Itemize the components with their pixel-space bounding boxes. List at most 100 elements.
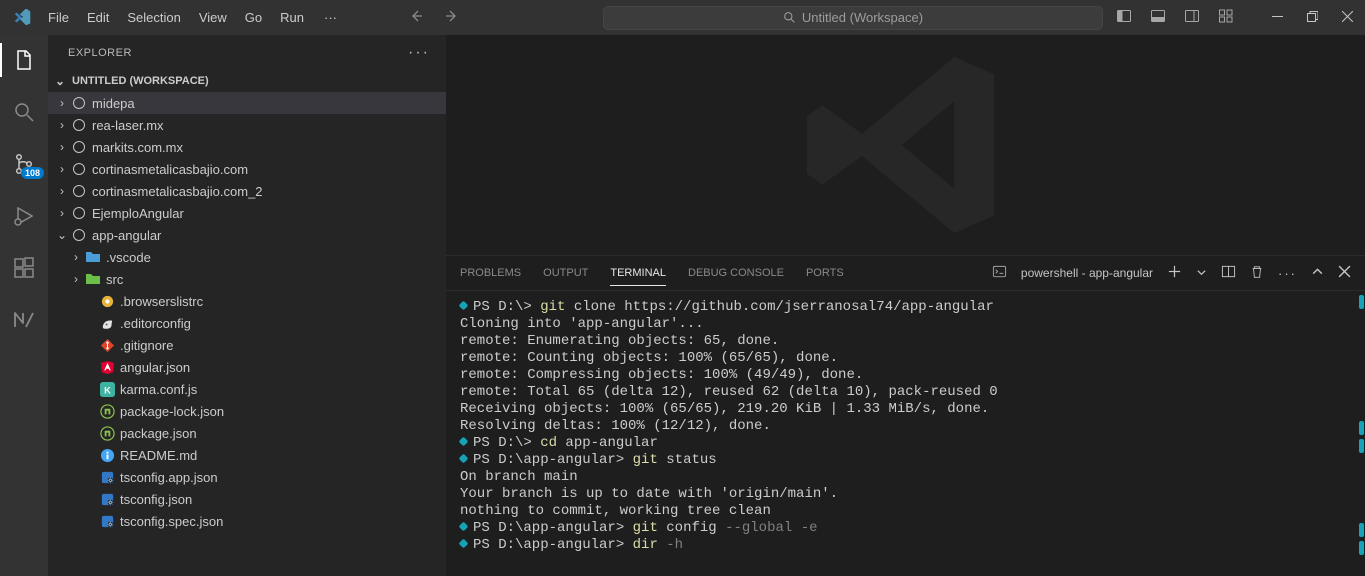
window-minimize-icon[interactable] bbox=[1272, 10, 1283, 25]
editorconfig-icon bbox=[98, 316, 116, 331]
folder--vscode[interactable]: ›.vscode bbox=[48, 246, 446, 268]
source-control-badge: 108 bbox=[21, 167, 44, 179]
folder-cortinasmetalicasbajio-com-2[interactable]: ›cortinasmetalicasbajio.com_2 bbox=[48, 180, 446, 202]
file-package-lock-json[interactable]: package-lock.json bbox=[48, 400, 446, 422]
terminal-profile-icon bbox=[992, 264, 1007, 282]
customize-layout-icon[interactable] bbox=[1218, 8, 1234, 27]
menu-overflow-icon[interactable]: ··· bbox=[316, 6, 345, 29]
vscode-logo-icon bbox=[8, 9, 36, 26]
karma-icon: K bbox=[98, 382, 116, 397]
file-package-json[interactable]: package.json bbox=[48, 422, 446, 444]
menu-bar: FileEditSelectionViewGoRun bbox=[40, 6, 312, 29]
panel-tab-debug-console[interactable]: DEBUG CONSOLE bbox=[688, 261, 784, 285]
kill-terminal-icon[interactable] bbox=[1250, 265, 1264, 282]
terminal-scroll-marker bbox=[1359, 439, 1364, 453]
activity-search[interactable] bbox=[0, 95, 48, 129]
panel-tab-ports[interactable]: PORTS bbox=[806, 261, 844, 285]
terminal-output[interactable]: PS D:\> git clone https://github.com/jse… bbox=[446, 291, 1365, 576]
nav-back-icon[interactable] bbox=[409, 8, 425, 27]
activity-nx-icon[interactable] bbox=[0, 303, 48, 337]
explorer-more-icon[interactable]: ··· bbox=[408, 44, 430, 62]
terminal-line: On branch main bbox=[460, 469, 1351, 486]
circle-icon bbox=[70, 119, 88, 131]
circle-icon bbox=[70, 163, 88, 175]
activity-source-control[interactable]: 108 bbox=[0, 147, 48, 181]
tree-item-label: .vscode bbox=[106, 250, 151, 265]
folder-app-angular[interactable]: ⌄app-angular bbox=[48, 224, 446, 246]
file-tsconfig-app-json[interactable]: tsconfig.app.json bbox=[48, 466, 446, 488]
terminal-line: PS D:\> git clone https://github.com/jse… bbox=[460, 299, 1351, 316]
tree-item-label: tsconfig.app.json bbox=[120, 470, 218, 485]
explorer-sidebar: EXPLORER ··· ⌄ UNTITLED (WORKSPACE) ›mid… bbox=[48, 35, 446, 576]
file-readme-md[interactable]: README.md bbox=[48, 444, 446, 466]
panel-maximize-icon[interactable] bbox=[1311, 265, 1324, 281]
terminal-shell-label[interactable]: powershell - app-angular bbox=[1021, 266, 1153, 280]
terminal-scroll-marker bbox=[1359, 523, 1364, 537]
tree-item-label: tsconfig.json bbox=[120, 492, 192, 507]
panel-close-icon[interactable] bbox=[1338, 265, 1351, 281]
terminal-line: remote: Enumerating objects: 65, done. bbox=[460, 333, 1351, 350]
menu-go[interactable]: Go bbox=[237, 6, 270, 29]
activity-run-debug[interactable] bbox=[0, 199, 48, 233]
git-icon bbox=[98, 338, 116, 353]
file--browserslistrc[interactable]: .browserslistrc bbox=[48, 290, 446, 312]
search-icon bbox=[783, 11, 796, 24]
menu-edit[interactable]: Edit bbox=[79, 6, 117, 29]
folder-markits-com-mx[interactable]: ›markits.com.mx bbox=[48, 136, 446, 158]
activity-extensions[interactable] bbox=[0, 251, 48, 285]
activity-explorer[interactable] bbox=[0, 43, 48, 77]
file-tsconfig-spec-json[interactable]: tsconfig.spec.json bbox=[48, 510, 446, 532]
circle-icon bbox=[70, 141, 88, 153]
folder-midepa[interactable]: ›midepa bbox=[48, 92, 446, 114]
folder-src[interactable]: ›src bbox=[48, 268, 446, 290]
file-angular-json[interactable]: angular.json bbox=[48, 356, 446, 378]
new-terminal-icon[interactable] bbox=[1167, 264, 1182, 282]
layout-sidebar-left-icon[interactable] bbox=[1116, 8, 1132, 27]
circle-icon bbox=[70, 185, 88, 197]
command-center[interactable]: Untitled (Workspace) bbox=[603, 6, 1103, 30]
tree-item-label: app-angular bbox=[92, 228, 161, 243]
split-terminal-icon[interactable] bbox=[1221, 264, 1236, 282]
workspace-section-header[interactable]: ⌄ UNTITLED (WORKSPACE) bbox=[48, 70, 446, 92]
panel-more-icon[interactable]: ··· bbox=[1278, 266, 1297, 281]
tree-item-label: EjemploAngular bbox=[92, 206, 184, 221]
command-center-text: Untitled (Workspace) bbox=[802, 10, 923, 25]
panel-tab-output[interactable]: OUTPUT bbox=[543, 261, 588, 285]
menu-view[interactable]: View bbox=[191, 6, 235, 29]
layout-panel-icon[interactable] bbox=[1150, 8, 1166, 27]
layout-sidebar-right-icon[interactable] bbox=[1184, 8, 1200, 27]
window-maximize-icon[interactable] bbox=[1307, 10, 1318, 25]
tree-item-label: package-lock.json bbox=[120, 404, 224, 419]
file-karma-conf-js[interactable]: Kkarma.conf.js bbox=[48, 378, 446, 400]
file--gitignore[interactable]: .gitignore bbox=[48, 334, 446, 356]
panel-tab-terminal[interactable]: TERMINAL bbox=[610, 261, 666, 286]
folder-rea-laser-mx[interactable]: ›rea-laser.mx bbox=[48, 114, 446, 136]
workspace-section-label: UNTITLED (WORKSPACE) bbox=[72, 75, 209, 87]
panel-tab-problems[interactable]: PROBLEMS bbox=[460, 261, 521, 285]
terminal-dropdown-icon[interactable] bbox=[1196, 266, 1207, 281]
menu-file[interactable]: File bbox=[40, 6, 77, 29]
tree-item-label: package.json bbox=[120, 426, 197, 441]
tree-item-label: README.md bbox=[120, 448, 197, 463]
file-tsconfig-json[interactable]: tsconfig.json bbox=[48, 488, 446, 510]
tree-item-label: tsconfig.spec.json bbox=[120, 514, 223, 529]
terminal-line: PS D:\app-angular> dir -h bbox=[460, 537, 1351, 554]
folder-ejemploangular[interactable]: ›EjemploAngular bbox=[48, 202, 446, 224]
info-icon bbox=[98, 448, 116, 463]
terminal-scroll-marker bbox=[1359, 295, 1364, 309]
tree-item-label: cortinasmetalicasbajio.com bbox=[92, 162, 248, 177]
vscode-watermark-icon bbox=[796, 35, 1016, 255]
terminal-line: remote: Total 65 (delta 12), reused 62 (… bbox=[460, 384, 1351, 401]
activity-bar: 108 bbox=[0, 35, 48, 576]
tree-item-label: midepa bbox=[92, 96, 135, 111]
terminal-line: remote: Counting objects: 100% (65/65), … bbox=[460, 350, 1351, 367]
file--editorconfig[interactable]: .editorconfig bbox=[48, 312, 446, 334]
menu-run[interactable]: Run bbox=[272, 6, 312, 29]
tsconfig-icon bbox=[98, 470, 116, 485]
window-close-icon[interactable] bbox=[1342, 10, 1353, 25]
menu-selection[interactable]: Selection bbox=[119, 6, 188, 29]
folder-cortinasmetalicasbajio-com[interactable]: ›cortinasmetalicasbajio.com bbox=[48, 158, 446, 180]
circle-icon bbox=[70, 207, 88, 219]
nav-forward-icon[interactable] bbox=[443, 8, 459, 27]
title-bar: FileEditSelectionViewGoRun ··· Untitled … bbox=[0, 0, 1365, 35]
